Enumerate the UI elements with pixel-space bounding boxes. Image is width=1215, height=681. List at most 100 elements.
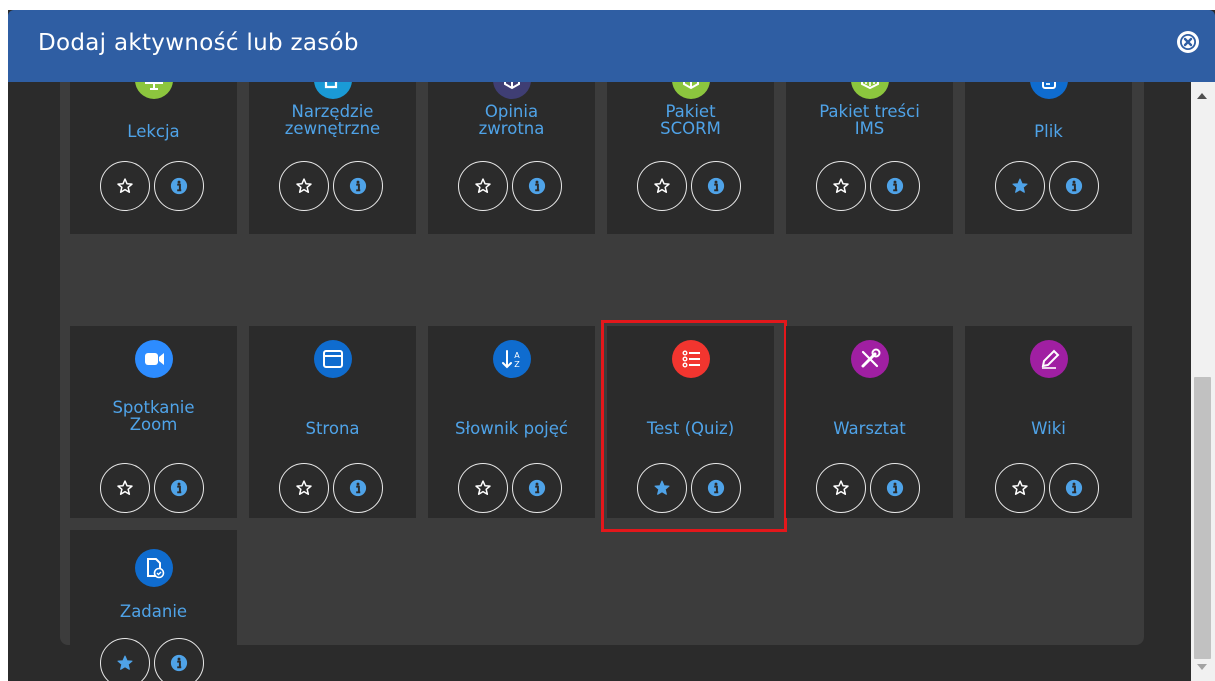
activity-item[interactable]: Zadanie — [70, 530, 237, 681]
star-filled-icon[interactable] — [994, 161, 1045, 211]
activity-actions — [99, 463, 208, 513]
puzzle-piece-icon — [313, 82, 352, 99]
assignment-document-icon — [134, 549, 173, 587]
activity-label-line: Zadanie — [119, 602, 188, 621]
info-icon[interactable] — [1048, 463, 1099, 513]
activity-label: Spotkanie Zoom — [74, 399, 233, 433]
activity-actions — [815, 161, 924, 211]
activity-actions — [457, 463, 566, 513]
star-outline-icon[interactable] — [636, 161, 687, 211]
content-package-icon — [850, 82, 889, 99]
activity-grid: Lekcja Narzędzie zewnętrzne Opinia zwrotna Pa… — [60, 82, 1144, 681]
activity-item[interactable]: Narzędzie zewnętrzne — [249, 82, 416, 234]
info-icon[interactable] — [690, 161, 741, 211]
activity-label-line: Narzędzie — [291, 102, 374, 121]
activity-label-line: Strona — [305, 419, 360, 438]
star-outline-icon[interactable] — [815, 463, 866, 513]
activity-label: Plik — [969, 123, 1128, 140]
dialog-title: Dodaj aktywność lub zasób — [38, 30, 359, 56]
activity-label-line: SCORM — [660, 119, 721, 138]
info-icon[interactable] — [511, 463, 562, 513]
activity-actions — [278, 161, 387, 211]
activity-label: Strona — [253, 420, 412, 437]
info-icon[interactable] — [869, 161, 920, 211]
info-icon[interactable] — [153, 463, 204, 513]
scroll-thumb[interactable] — [1194, 377, 1211, 659]
info-icon[interactable] — [869, 463, 920, 513]
package-box-icon — [671, 82, 710, 99]
info-icon[interactable] — [153, 161, 204, 211]
dialog-header: Dodaj aktywność lub zasób — [8, 10, 1215, 82]
star-outline-icon[interactable] — [278, 463, 329, 513]
activity-label: Narzędzie zewnętrzne — [253, 103, 412, 137]
info-icon[interactable] — [332, 463, 383, 513]
scroll-down-arrow-icon[interactable] — [1197, 664, 1207, 670]
activity-item[interactable]: Pakiet treści IMS — [786, 82, 953, 234]
activity-label-line: Słownik pojęć — [455, 419, 568, 438]
feedback-box-icon — [492, 82, 531, 99]
scroll-up-arrow-icon[interactable] — [1197, 93, 1207, 99]
star-outline-icon[interactable] — [99, 463, 150, 513]
info-icon[interactable] — [153, 638, 204, 681]
close-icon[interactable] — [1177, 31, 1199, 53]
activity-item[interactable]: Warsztat — [786, 326, 953, 518]
activity-item[interactable]: Lekcja — [70, 82, 237, 234]
dialog-body[interactable]: Lekcja Narzędzie zewnętrzne Opinia zwrotna Pa… — [8, 82, 1215, 681]
pencil-icon — [1029, 340, 1068, 378]
activity-label-line: Pakiet treści — [819, 102, 920, 121]
activity-item[interactable]: A Z Słownik pojęć — [428, 326, 595, 518]
activity-item[interactable]: Wiki — [965, 326, 1132, 518]
activity-label-line: Lekcja — [127, 122, 180, 141]
activity-item[interactable]: Opinia zwrotna — [428, 82, 595, 234]
star-filled-icon[interactable] — [636, 463, 687, 513]
activity-label-line: Opinia — [484, 102, 539, 121]
activity-item[interactable]: Plik — [965, 82, 1132, 234]
star-outline-icon[interactable] — [457, 463, 508, 513]
activity-label-line: Wiki — [1031, 419, 1066, 438]
activity-label: Warsztat — [790, 420, 949, 437]
info-icon[interactable] — [332, 161, 383, 211]
vertical-scrollbar[interactable] — [1191, 82, 1215, 681]
activity-actions — [457, 161, 566, 211]
add-activity-dialog: Dodaj aktywność lub zasób Lekcja Narzędzi… — [8, 10, 1215, 681]
activity-label: Słownik pojęć — [432, 420, 591, 437]
star-outline-icon[interactable] — [278, 161, 329, 211]
star-outline-icon[interactable] — [815, 161, 866, 211]
star-outline-icon[interactable] — [994, 463, 1045, 513]
activity-label: Zadanie — [74, 603, 233, 620]
activity-actions — [99, 161, 208, 211]
svg-text:Z: Z — [514, 360, 520, 369]
activity-label-line: Warsztat — [833, 419, 906, 438]
activity-actions — [636, 463, 745, 513]
activity-actions — [636, 161, 745, 211]
info-icon[interactable] — [1048, 161, 1099, 211]
info-icon[interactable] — [690, 463, 741, 513]
activity-label-line: IMS — [854, 119, 885, 138]
activity-label-line: zewnętrzne — [284, 119, 381, 138]
activity-label-line: Zoom — [129, 415, 178, 434]
svg-text:A: A — [514, 351, 520, 360]
browser-window-icon — [313, 340, 352, 378]
glossary-sort-az-icon: AZ — [492, 340, 531, 378]
activity-actions — [815, 463, 924, 513]
activity-label: Test (Quiz) — [611, 420, 770, 437]
star-outline-icon[interactable] — [99, 161, 150, 211]
activity-item[interactable]: Test (Quiz) — [607, 326, 774, 518]
info-icon[interactable] — [511, 161, 562, 211]
activity-label-line: Plik — [1034, 122, 1063, 141]
star-filled-icon[interactable] — [99, 638, 150, 681]
activity-label-line: Pakiet — [665, 102, 716, 121]
activity-label-line: zwrotna — [478, 119, 545, 138]
activity-label-line: Spotkanie — [112, 398, 195, 417]
activity-actions — [99, 638, 208, 681]
checklist-icon — [671, 340, 710, 378]
activity-item[interactable]: Strona — [249, 326, 416, 518]
activity-label: Opinia zwrotna — [432, 103, 591, 137]
star-outline-icon[interactable] — [457, 161, 508, 211]
activity-item[interactable]: Spotkanie Zoom — [70, 326, 237, 518]
activity-actions — [278, 463, 387, 513]
activity-item[interactable]: Pakiet SCORM — [607, 82, 774, 234]
video-camera-icon — [134, 340, 173, 378]
activity-actions — [994, 161, 1103, 211]
wrench-screwdriver-icon — [850, 340, 889, 378]
